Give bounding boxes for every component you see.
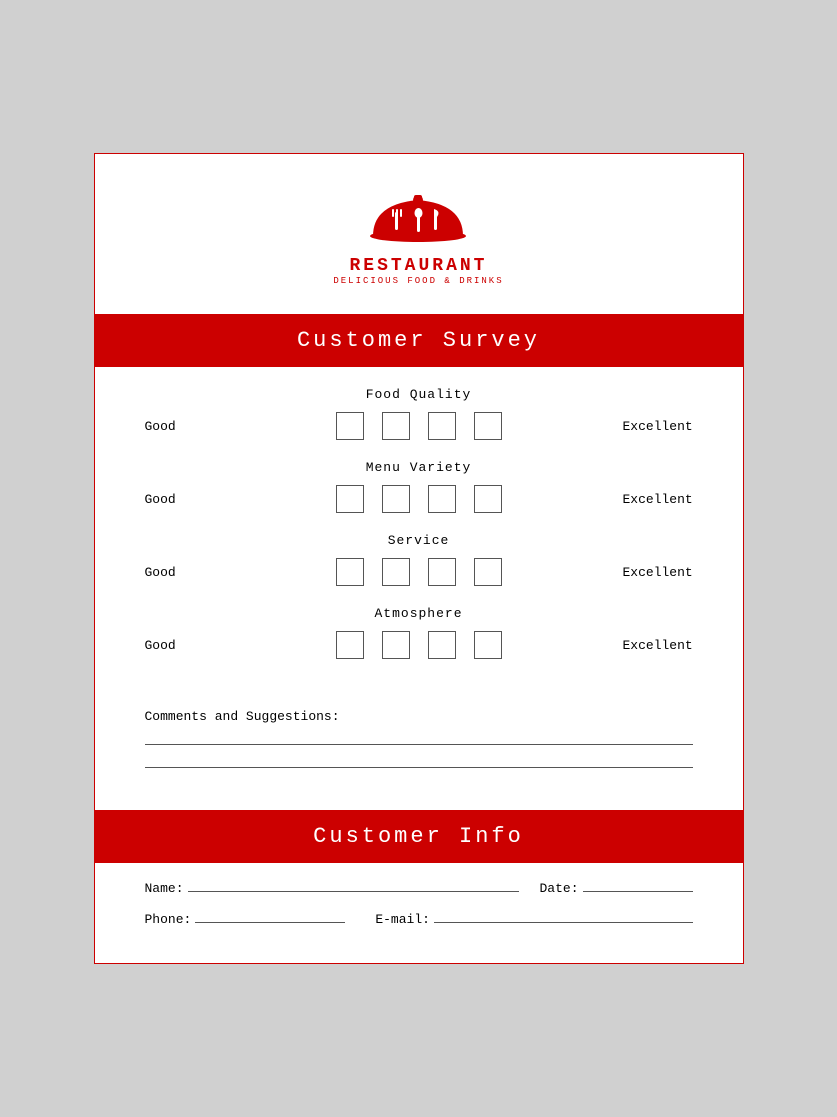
service-cb-3[interactable] [428,558,456,586]
service-checkboxes [215,558,623,586]
comment-line-1 [145,744,693,745]
service-row: Good Excellent [145,558,693,586]
menu-variety-label: Menu Variety [145,460,693,475]
header-section: RESTAURANT DELICIOUS FOOD & DRINKS [95,154,743,314]
name-line[interactable] [188,891,520,892]
email-label: E-mail: [375,912,430,927]
survey-title: Customer Survey [297,328,540,353]
menu-variety-excellent: Excellent [623,492,693,507]
atmosphere-good: Good [145,638,215,653]
menu-variety-checkboxes [215,485,623,513]
name-date-row: Name: Date: [145,881,693,896]
comment-line-2 [145,767,693,768]
atmosphere-cb-2[interactable] [382,631,410,659]
logo-container: RESTAURANT DELICIOUS FOOD & DRINKS [333,184,503,286]
service-label: Service [145,533,693,548]
restaurant-name: RESTAURANT [349,256,487,276]
food-quality-good: Good [145,419,215,434]
food-quality-row: Good Excellent [145,412,693,440]
comments-label: Comments and Suggestions: [145,709,693,724]
phone-label: Phone: [145,912,192,927]
phone-line[interactable] [195,922,345,923]
menu-variety-cb-2[interactable] [382,485,410,513]
comments-section: Comments and Suggestions: [95,699,743,810]
service-cb-1[interactable] [336,558,364,586]
atmosphere-excellent: Excellent [623,638,693,653]
atmosphere-cb-1[interactable] [336,631,364,659]
customer-info-section-header: Customer Info [95,810,743,863]
service-good: Good [145,565,215,580]
menu-variety-cb-4[interactable] [474,485,502,513]
date-line[interactable] [583,891,693,892]
menu-variety-cb-1[interactable] [336,485,364,513]
service-cb-4[interactable] [474,558,502,586]
survey-categories: Food Quality Good Excellent Menu Variety… [95,367,743,699]
menu-variety-good: Good [145,492,215,507]
restaurant-tagline: DELICIOUS FOOD & DRINKS [333,276,503,286]
atmosphere-label: Atmosphere [145,606,693,621]
phone-email-row: Phone: E-mail: [145,912,693,927]
food-quality-cb-3[interactable] [428,412,456,440]
restaurant-logo-icon [363,184,473,254]
service-cb-2[interactable] [382,558,410,586]
name-label: Name: [145,881,184,896]
food-quality-excellent: Excellent [623,419,693,434]
date-label: Date: [539,881,578,896]
atmosphere-cb-3[interactable] [428,631,456,659]
food-quality-cb-2[interactable] [382,412,410,440]
atmosphere-checkboxes [215,631,623,659]
survey-form: RESTAURANT DELICIOUS FOOD & DRINKS Custo… [94,153,744,964]
service-excellent: Excellent [623,565,693,580]
food-quality-label: Food Quality [145,387,693,402]
customer-info-title: Customer Info [313,824,524,849]
menu-variety-cb-3[interactable] [428,485,456,513]
food-quality-cb-4[interactable] [474,412,502,440]
food-quality-cb-1[interactable] [336,412,364,440]
atmosphere-row: Good Excellent [145,631,693,659]
food-quality-checkboxes [215,412,623,440]
atmosphere-cb-4[interactable] [474,631,502,659]
customer-info-section: Name: Date: Phone: E-mail: [95,863,743,963]
email-line[interactable] [434,922,693,923]
survey-section-header: Customer Survey [95,314,743,367]
menu-variety-row: Good Excellent [145,485,693,513]
